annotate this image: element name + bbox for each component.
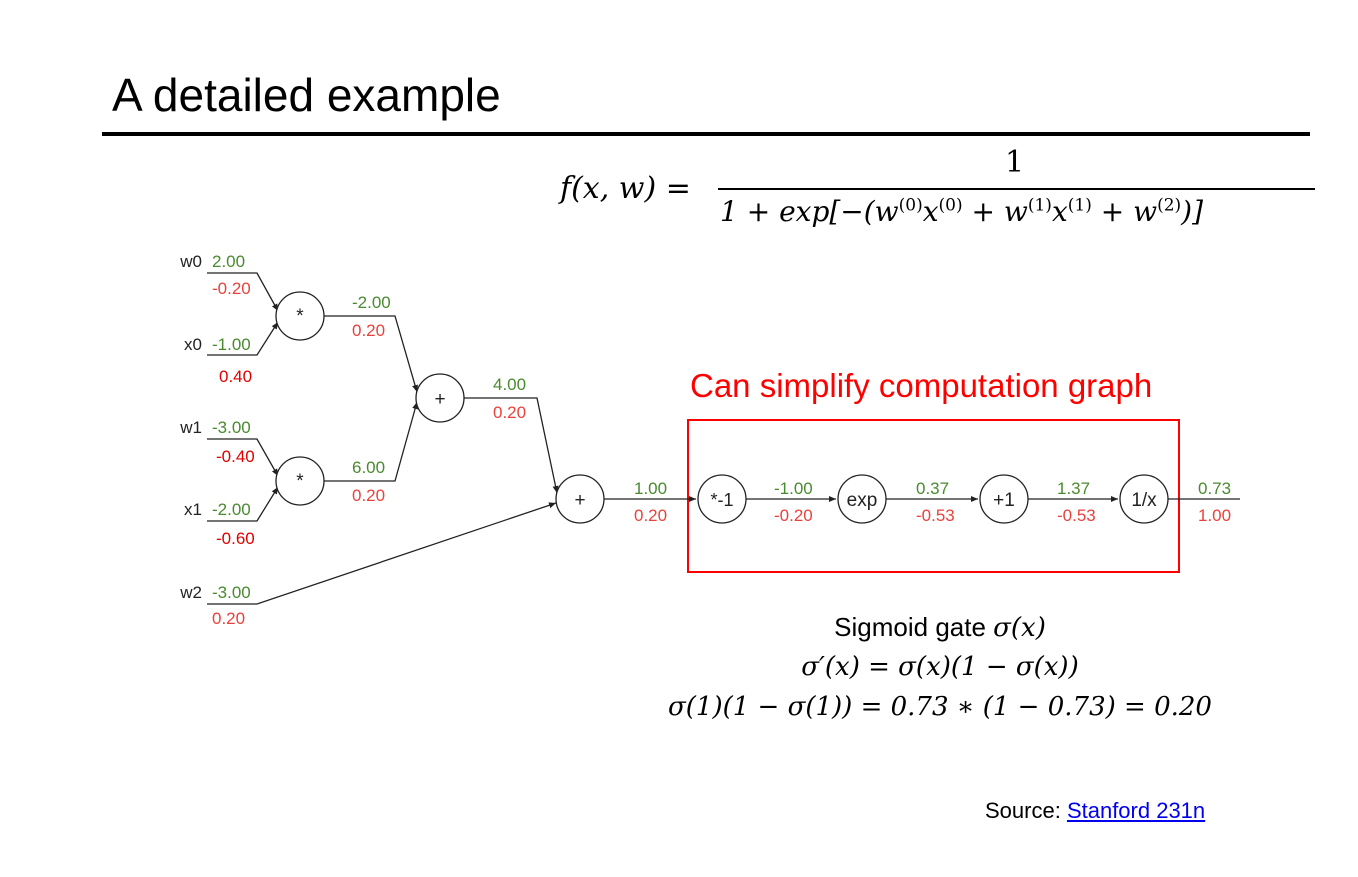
gate-label-exp: exp	[847, 490, 878, 511]
input-name-w1: w1	[179, 418, 202, 437]
edge-grad-neg: -0.20	[774, 506, 813, 525]
edge-grad-exp: -0.53	[916, 506, 955, 525]
edge-grad-add0: 0.20	[493, 403, 526, 422]
input-grad-w0: -0.20	[212, 279, 251, 298]
sigmoid-derivative: σ′(x) = σ(x)(1 − σ(x))	[801, 652, 1079, 682]
input-name-x1: x1	[184, 500, 202, 519]
sigmoid-gate-derivation: Sigmoid gate σ(x) σ′(x) = σ(x)(1 − σ(x))…	[600, 612, 1280, 732]
edge-value-exp: 0.37	[916, 479, 949, 498]
input-grad-x1: -0.60	[216, 529, 255, 548]
gate-label-add1: +	[574, 490, 585, 511]
source-link[interactable]: Stanford 231n	[1067, 798, 1205, 823]
input-value-w0: 2.00	[212, 252, 245, 271]
edge-grad-plus1: -0.53	[1057, 506, 1096, 525]
gate-label-neg: *-1	[710, 490, 733, 510]
input-value-x0: -1.00	[212, 335, 251, 354]
gate-label-plus1: +1	[993, 490, 1015, 511]
edge-value-neg: -1.00	[774, 479, 813, 498]
edge-value-mul1: 6.00	[352, 458, 385, 477]
gate-label-mul1: *	[296, 471, 304, 492]
edge-value-plus1: 1.37	[1057, 479, 1090, 498]
edge-value-mul0: -2.00	[352, 293, 391, 312]
edge-grad-mul1: 0.20	[352, 486, 385, 505]
input-name-w2: w2	[179, 583, 202, 602]
edge-grad-add1: 0.20	[634, 506, 667, 525]
input-value-x1: -2.00	[212, 500, 251, 519]
input-value-w2: -3.00	[212, 583, 251, 602]
sigmoid-title: Sigmoid gate σ(x)	[834, 612, 1046, 643]
sigmoid-evaluation: σ(1)(1 − σ(1)) = 0.73 ∗ (1 − 0.73) = 0.2…	[668, 692, 1212, 722]
input-grad-w2: 0.20	[212, 609, 245, 628]
computation-graph: * * + + *-1 exp +1 1/x w0 x0 w1 x1 w2 2.…	[179, 252, 1240, 628]
input-grad-w1: -0.40	[216, 447, 255, 466]
edge-grad-mul0: 0.20	[352, 321, 385, 340]
edge-grad-recip: 1.00	[1198, 506, 1231, 525]
input-value-w1: -3.00	[212, 418, 251, 437]
input-grad-x0: 0.40	[219, 367, 252, 386]
input-name-w0: w0	[179, 252, 202, 271]
gate-label-mul0: *	[296, 306, 304, 327]
edge-value-recip: 0.73	[1198, 479, 1231, 498]
edge-value-add0: 4.00	[493, 375, 526, 394]
edge-value-add1: 1.00	[634, 479, 667, 498]
gate-label-recip: 1/x	[1131, 490, 1157, 511]
gate-label-add0: +	[434, 389, 445, 410]
input-name-x0: x0	[184, 335, 202, 354]
source-credit: Source: Stanford 231n	[985, 798, 1206, 823]
